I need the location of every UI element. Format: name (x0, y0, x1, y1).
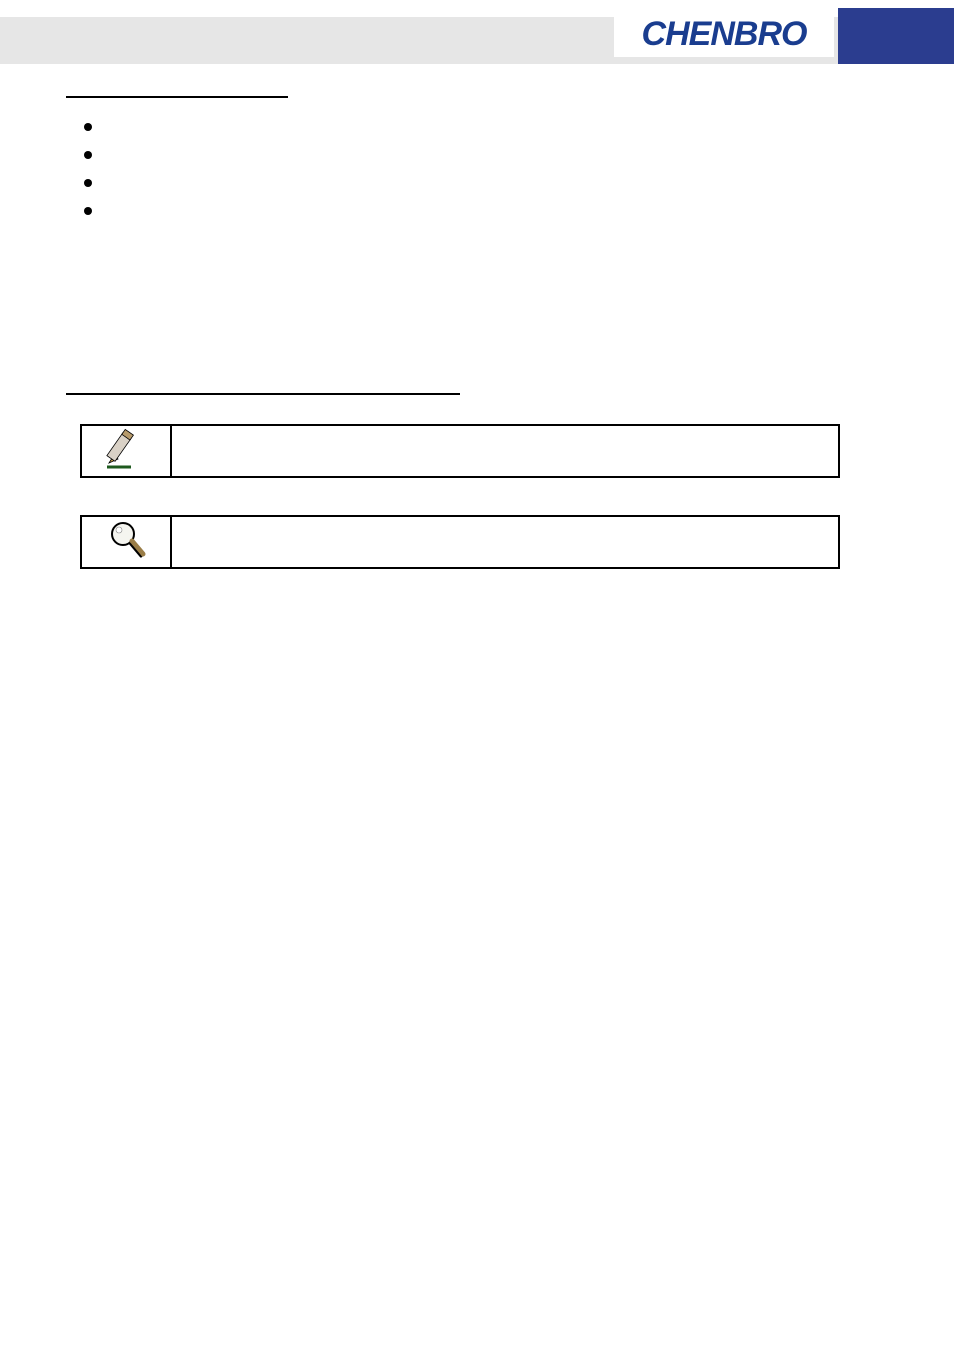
callout-icon-cell (81, 516, 171, 568)
callout-note (80, 424, 840, 478)
note-pencil-icon (101, 427, 151, 471)
magnifier-icon (101, 518, 151, 562)
list-item (84, 199, 886, 227)
callout-icon-cell (81, 425, 171, 477)
callout-text (171, 516, 839, 568)
callout-text (171, 425, 839, 477)
callout-magnifier (80, 515, 840, 569)
section-heading-2 (66, 377, 460, 395)
corner-accent (838, 8, 954, 64)
list-item (84, 115, 886, 143)
list-item (84, 143, 886, 171)
brand-logo: CHENBRO (614, 12, 834, 57)
list-item (84, 171, 886, 199)
brand-logo-text: CHENBRO (642, 15, 807, 54)
content-area (66, 80, 886, 400)
bullet-list (84, 115, 886, 227)
section-heading-1 (66, 80, 288, 98)
page-root: CHENBRO (0, 0, 954, 1350)
